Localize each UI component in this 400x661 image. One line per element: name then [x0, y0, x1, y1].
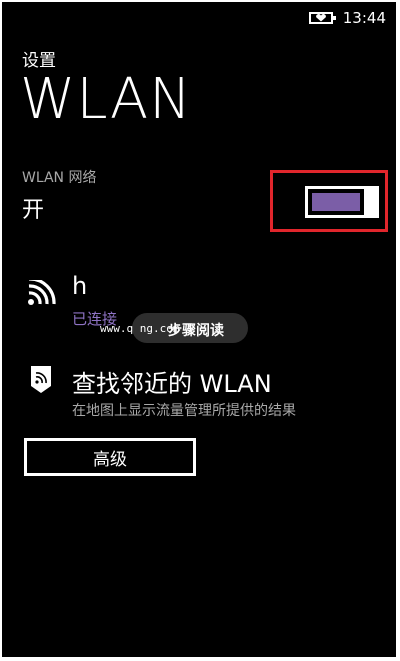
find-nearby-title: 查找邻近的 WLAN — [72, 370, 272, 398]
toggle-thumb[interactable] — [365, 186, 379, 218]
wlan-network-label: WLAN 网络 — [22, 170, 97, 186]
page-title: WLAN — [20, 67, 193, 132]
watermark-text: 步骤阅读 — [168, 323, 224, 339]
toggle-fill — [312, 193, 360, 211]
wlan-state-text: 开 — [22, 198, 45, 223]
toggle-track — [305, 186, 367, 218]
phone-screen: 13:44 设置 WLAN WLAN 网络 开 h 已连接 www.q ng.c… — [2, 2, 396, 657]
map-tag-wifi-icon — [31, 366, 51, 393]
wlan-toggle-switch[interactable] — [305, 186, 383, 218]
advanced-button[interactable]: 高级 — [24, 438, 196, 476]
status-bar: 13:44 — [308, 8, 386, 28]
wifi-signal-icon — [28, 280, 56, 305]
status-time: 13:44 — [342, 9, 386, 27]
find-nearby-wlan-item[interactable]: 查找邻近的 WLAN 在地图上显示流量管理所提供的结果 — [26, 360, 386, 420]
battery-charging-icon — [308, 12, 336, 24]
find-nearby-subtitle: 在地图上显示流量管理所提供的结果 — [72, 403, 296, 419]
network-name: h — [72, 272, 88, 300]
